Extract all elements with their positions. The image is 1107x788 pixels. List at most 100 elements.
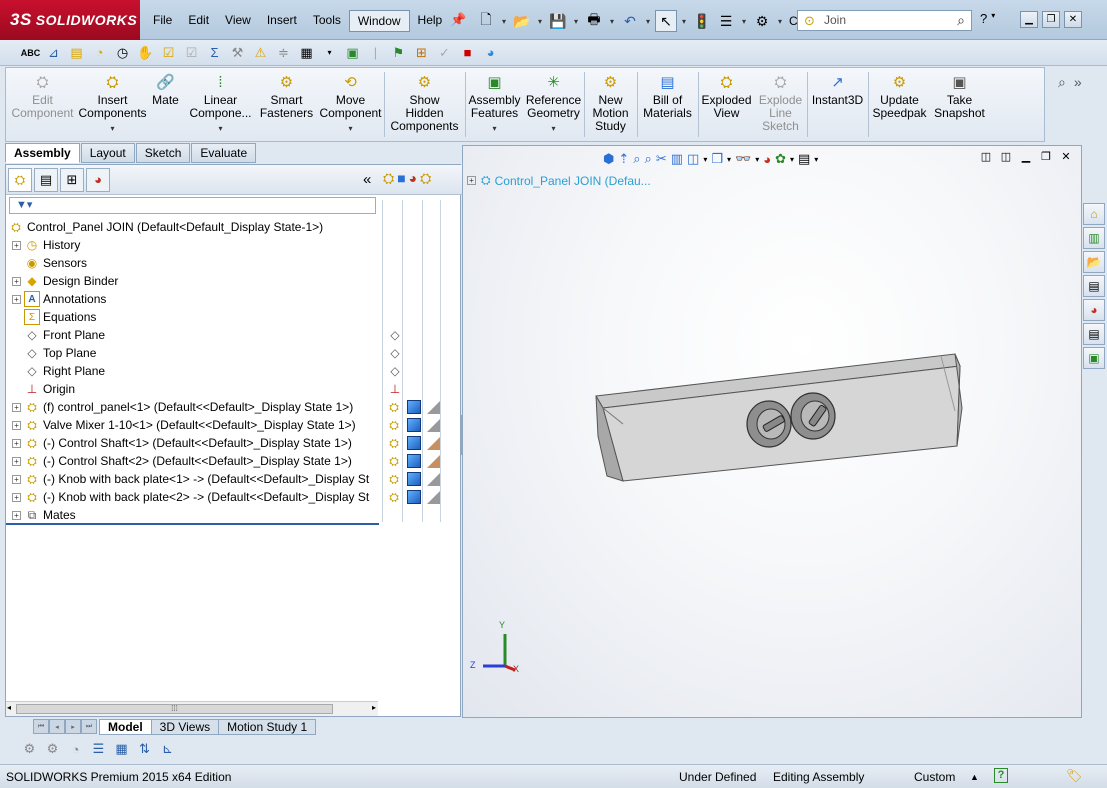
status-units[interactable]: Custom <box>914 770 955 784</box>
tree-node[interactable]: + ⛭ (f) control_panel<1> (Default<<Default… <box>12 398 353 416</box>
component-display-icon[interactable] <box>406 453 422 469</box>
tree-node[interactable]: ◇ Right Plane <box>12 362 105 380</box>
smart-fasteners-button[interactable]: ⚙ Smart Fasteners <box>256 68 318 141</box>
scroll-left-icon[interactable]: ◂ <box>7 703 11 712</box>
solidworks-resources-icon[interactable]: ⌂ <box>1083 203 1105 225</box>
tab-sketch[interactable]: Sketch <box>135 143 191 163</box>
move-component-dropdown-icon[interactable]: ▾ <box>348 122 352 135</box>
expand-chevron-icon[interactable]: » <box>1074 74 1082 90</box>
expand-node-icon[interactable]: + <box>12 420 21 430</box>
exploded-view-button[interactable]: ⛭ Exploded View <box>699 68 755 141</box>
show-hidden-components-button[interactable]: ⚙ Show Hidden Components <box>385 68 465 141</box>
tree-filter-box[interactable]: ▼▾ <box>9 197 376 214</box>
tab-assembly[interactable]: Assembly <box>5 143 80 163</box>
appearances-icon[interactable]: ◕ <box>1083 299 1105 321</box>
color-wheel-icon[interactable]: ◕ <box>480 42 501 63</box>
menu-help[interactable]: Help <box>410 10 451 32</box>
plane-visibility-icon[interactable]: ◇ <box>387 327 403 343</box>
solidworks-forum-icon[interactable]: ▣ <box>1083 347 1105 369</box>
tab-layout[interactable]: Layout <box>80 143 135 163</box>
table-dropdown-icon[interactable]: ▾ <box>319 42 340 63</box>
view-settings-icon[interactable]: ▤ <box>798 151 810 167</box>
red-square-icon[interactable]: ■ <box>457 42 478 63</box>
viewport-split-icon[interactable]: ◫ <box>979 150 993 163</box>
expand-node-icon[interactable]: + <box>12 276 21 286</box>
restore-icon[interactable]: ❐ <box>1042 11 1060 28</box>
part-column-icon[interactable]: ⛭ <box>383 170 394 187</box>
custom-properties-icon[interactable]: ▤ <box>1083 323 1105 345</box>
scroll-right-icon[interactable]: ▸ <box>372 703 376 712</box>
print-icon[interactable]: 🖶 <box>583 10 605 32</box>
component-appearance-icon[interactable] <box>425 489 441 505</box>
new-motion-study-button[interactable]: ⚙ New Motion Study <box>585 68 637 141</box>
minimize-icon[interactable]: ▁ <box>1020 11 1038 28</box>
expand-node-icon[interactable]: + <box>12 474 21 484</box>
file-properties-icon[interactable]: ☰ <box>715 10 737 32</box>
hide-show-items-icon[interactable]: 👓 <box>735 151 751 167</box>
component-display-icon[interactable] <box>406 417 422 433</box>
scrollbar-thumb[interactable]: ⁞⁞⁞ <box>16 704 333 714</box>
tree-node[interactable]: Σ Equations <box>12 308 96 326</box>
grid-table-icon[interactable]: ▦ <box>111 739 132 760</box>
tree-node[interactable]: + ⧉ Mates <box>12 506 76 524</box>
tree-node[interactable]: + ⛭ Valve Mixer 1-10<1> (Default<<Default>… <box>12 416 356 434</box>
view-orientation-dropdown-icon[interactable]: ▾ <box>703 155 707 164</box>
menu-window[interactable]: Window <box>348 10 410 32</box>
view-orientation-icon[interactable]: ◫ <box>687 151 699 167</box>
smart-dimension-icon[interactable]: ⊿ <box>43 42 64 63</box>
linear-component-pattern-dropdown-icon[interactable]: ▾ <box>218 122 222 135</box>
sort-icon[interactable]: ⇅ <box>134 739 155 760</box>
select-cursor-icon[interactable]: ↖ <box>655 10 677 32</box>
save-icon[interactable]: 💾 <box>547 10 569 32</box>
list-icon[interactable]: ☰ <box>88 739 109 760</box>
checkbox-gray-icon[interactable]: ☑ <box>181 42 202 63</box>
new-dropdown-icon[interactable]: ▾ <box>499 10 509 32</box>
pin-menu-icon[interactable]: 📌 <box>450 12 466 28</box>
component-display-icon[interactable] <box>406 489 422 505</box>
status-help-icon[interactable]: ? <box>994 768 1008 783</box>
apply-scene-icon[interactable]: ✿ <box>775 151 786 167</box>
menu-tools[interactable]: Tools <box>305 10 349 32</box>
tab-motion-study-1[interactable]: Motion Study 1 <box>218 718 317 735</box>
plane-visibility-icon[interactable]: ◇ <box>387 345 403 361</box>
plane-visibility-icon[interactable]: ◇ <box>387 363 403 379</box>
up-arrow-icon[interactable]: ⇡ <box>618 151 629 167</box>
appearance-column-icon[interactable]: ◕ <box>409 170 417 187</box>
display-manager-tab-icon[interactable]: ◕ <box>86 167 110 192</box>
options-gear-icon[interactable]: ⚙ <box>751 10 773 32</box>
undo-dropdown-icon[interactable]: ▾ <box>643 10 653 32</box>
component-appearance-icon[interactable] <box>425 471 441 487</box>
bill-of-materials-button[interactable]: ▤ Bill of Materials <box>638 68 698 141</box>
viewport-minimize-icon[interactable]: ▁ <box>1019 150 1033 163</box>
expand-node-icon[interactable]: + <box>12 402 21 412</box>
axis-icon[interactable]: ⊾ <box>157 739 178 760</box>
next-tab-icon[interactable]: ▸ <box>65 719 81 734</box>
help-question-icon[interactable]: ? <box>980 11 987 26</box>
component-config-icon[interactable]: ⛭ <box>386 435 402 451</box>
view-palette-icon[interactable]: ▤ <box>1083 275 1105 297</box>
origin-visibility-icon[interactable]: ⊥ <box>387 381 403 397</box>
search-commands-box[interactable]: ⊙ Join ⌕ <box>797 10 972 31</box>
first-tab-icon[interactable]: ⏮ <box>33 719 49 734</box>
save-dropdown-icon[interactable]: ▾ <box>571 10 581 32</box>
edit-appearance-icon[interactable]: ◕ <box>763 152 771 167</box>
expand-node-icon[interactable]: + <box>12 510 21 520</box>
apply-scene-dropdown-icon[interactable]: ▾ <box>790 155 794 164</box>
component-display-icon[interactable] <box>406 471 422 487</box>
assembly-features-dropdown-icon[interactable]: ▾ <box>492 122 496 135</box>
close-icon[interactable]: ✕ <box>1064 11 1082 28</box>
tree-node[interactable]: ⊥ Origin <box>12 380 75 398</box>
reference-geometry-button[interactable]: ✳ Reference Geometry ▾ <box>524 68 584 141</box>
tab-evaluate[interactable]: Evaluate <box>191 143 257 163</box>
motion-tool-2-icon[interactable]: ⚙ <box>42 739 63 760</box>
horizontal-scrollbar[interactable]: ◂ ⁞⁞⁞ ▸ <box>6 701 378 716</box>
expand-node-icon[interactable]: + <box>12 240 21 250</box>
viewport-restore-icon[interactable]: ❐ <box>1039 150 1053 163</box>
tree-node[interactable]: ◇ Front Plane <box>12 326 105 344</box>
motion-icon[interactable]: ⚑ <box>388 42 409 63</box>
spreadsheet-icon[interactable]: ▣ <box>342 42 363 63</box>
expand-node-icon[interactable]: + <box>12 456 21 466</box>
update-speedpak-button[interactable]: ⚙ Update Speedpak <box>869 68 931 141</box>
zoom-area-icon[interactable]: ⌕ <box>633 151 640 167</box>
zoom-to-fit-icon[interactable]: ⬢ <box>603 151 614 167</box>
